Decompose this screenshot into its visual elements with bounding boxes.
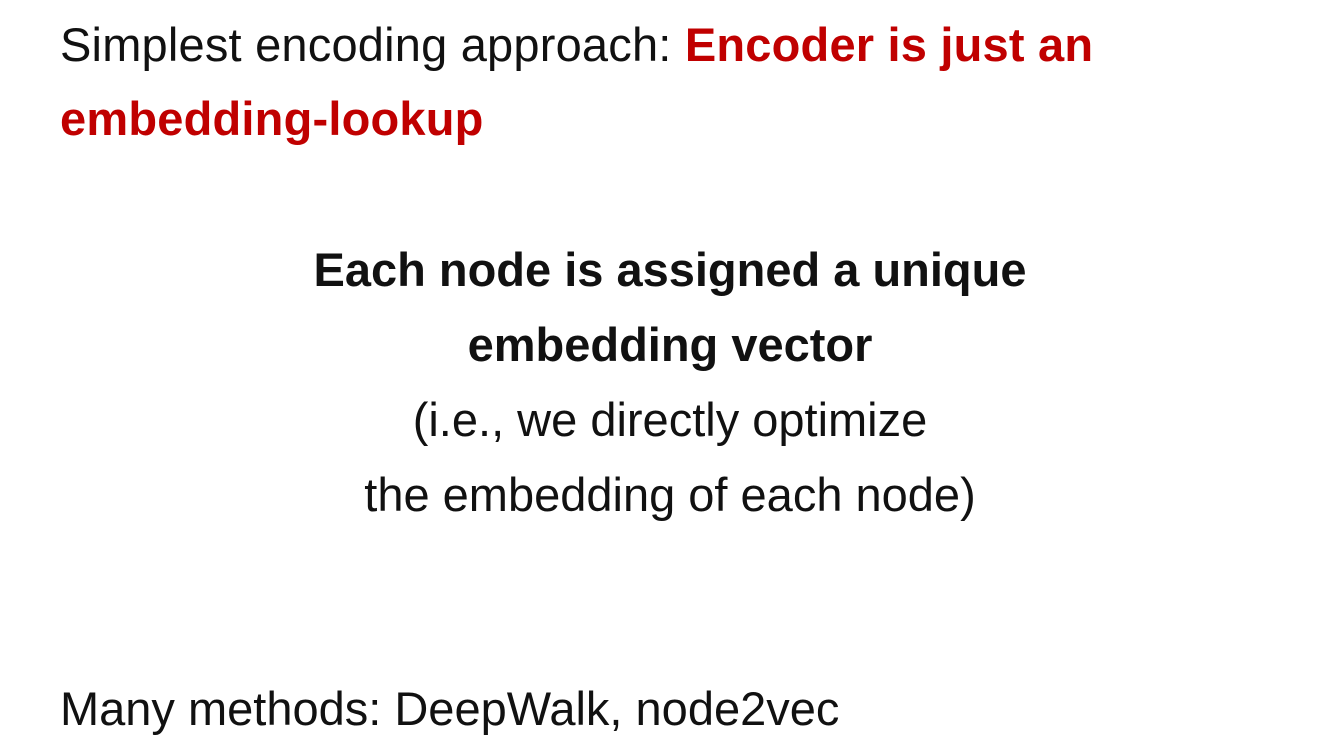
heading-prefix: Simplest encoding approach: xyxy=(60,18,672,71)
statement-line-4: the embedding of each node) xyxy=(364,468,976,521)
statement-line-2: embedding vector xyxy=(467,318,873,371)
statement-line-1: Each node is assigned a unique xyxy=(313,243,1027,296)
slide-heading: Simplest encoding approach: Encoder is j… xyxy=(60,8,1300,156)
slide: Simplest encoding approach: Encoder is j… xyxy=(0,0,1340,752)
statement-line-3: (i.e., we directly optimize xyxy=(412,393,928,446)
methods-footer: Many methods: DeepWalk, node2vec xyxy=(60,682,840,735)
main-statement: Each node is assigned a unique embedding… xyxy=(0,232,1340,532)
